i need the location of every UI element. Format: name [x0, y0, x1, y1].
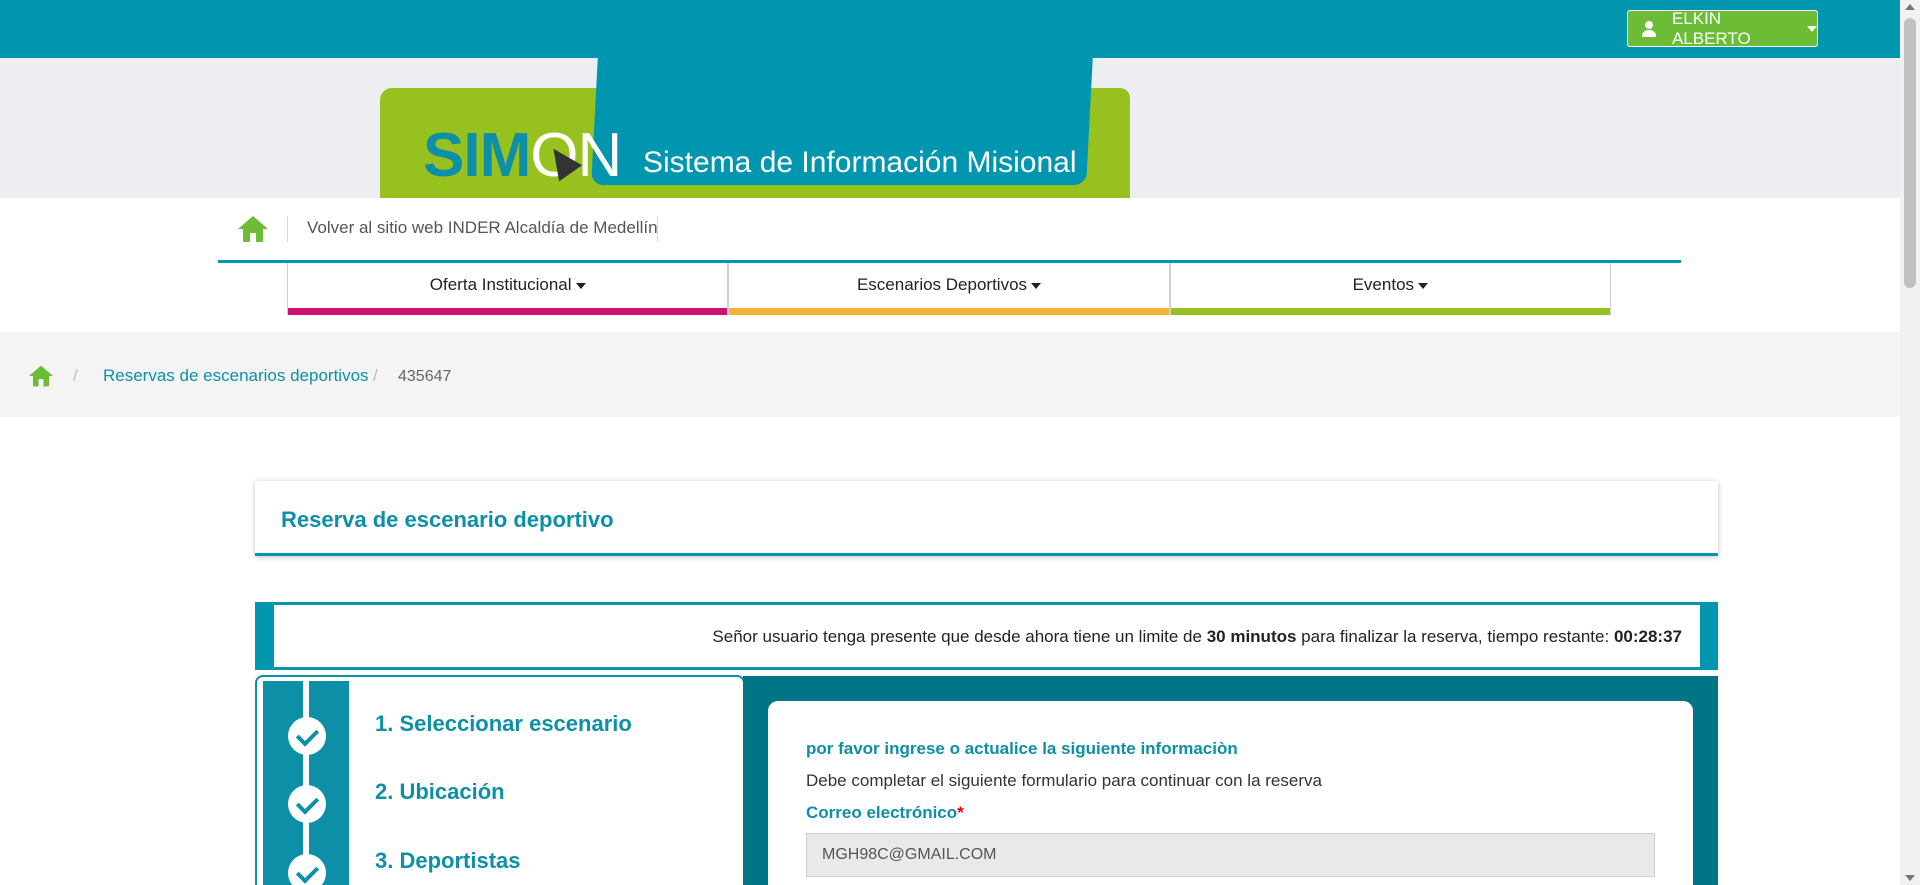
- secondary-nav: [0, 198, 1900, 262]
- breadcrumb-separator: /: [373, 366, 378, 385]
- time-limit-notice: Señor usuario tenga presente que desde a…: [255, 602, 1718, 670]
- form-subtitle: Debe completar el siguiente formulario p…: [806, 771, 1322, 790]
- main-menu: Oferta Institucional Escenarios Deportiv…: [287, 263, 1611, 315]
- scrollbar-thumb[interactable]: [1904, 18, 1916, 288]
- check-icon: [288, 717, 326, 755]
- divider: [657, 216, 658, 242]
- breadcrumb-home-icon[interactable]: [29, 365, 53, 387]
- check-icon: [288, 854, 326, 885]
- step-seleccionar-escenario[interactable]: 1. Seleccionar escenario: [375, 711, 632, 737]
- banner-subtitle: Sistema de Información Misional: [643, 146, 1077, 179]
- divider: [287, 216, 288, 242]
- time-remaining: 00:28:37: [1613, 627, 1682, 646]
- stepper-strip: [263, 681, 349, 885]
- top-bar: ELKIN ALBERTO: [0, 0, 1900, 58]
- form-card: por favor ingrese o actualice la siguien…: [768, 701, 1693, 885]
- time-limit: 30 minutos: [1206, 627, 1297, 646]
- simon-logo: SIMON: [423, 121, 622, 190]
- home-icon[interactable]: [238, 216, 268, 242]
- user-menu-button[interactable]: ELKIN ALBERTO: [1627, 8, 1818, 48]
- caret-down-icon: [575, 282, 586, 289]
- step-deportistas[interactable]: 3. Deportistas: [375, 848, 521, 874]
- menu-color-bar: [729, 308, 1169, 315]
- menu-escenarios-deportivos[interactable]: Escenarios Deportivos: [728, 263, 1170, 315]
- breadcrumb-separator: /: [73, 366, 78, 385]
- reservation-stepper: 1. Seleccionar escenario 2. Ubicación 3.…: [255, 675, 745, 885]
- form-panel: por favor ingrese o actualice la siguien…: [743, 676, 1718, 885]
- back-to-site-link[interactable]: Volver al sitio web INDER Alcaldía de Me…: [307, 218, 658, 238]
- email-field[interactable]: [806, 833, 1655, 877]
- check-icon: [288, 785, 326, 823]
- vertical-scrollbar[interactable]: [1900, 0, 1920, 885]
- scroll-up-arrow-icon[interactable]: [1905, 4, 1915, 10]
- form-title: por favor ingrese o actualice la siguien…: [806, 739, 1238, 758]
- scroll-down-arrow-icon[interactable]: [1905, 875, 1915, 881]
- banner: SIMON Sistema de Información Misional: [0, 58, 1900, 198]
- caret-down-icon: [1031, 282, 1042, 289]
- menu-oferta-institucional[interactable]: Oferta Institucional: [287, 263, 729, 315]
- page: ELKIN ALBERTO SIMON Sistema de Informaci…: [0, 0, 1920, 885]
- page-title: Reserva de escenario deportivo: [281, 507, 614, 532]
- caret-down-icon: [1418, 282, 1429, 289]
- step-ubicacion[interactable]: 2. Ubicación: [375, 779, 505, 805]
- menu-eventos[interactable]: Eventos: [1169, 263, 1611, 315]
- email-label: Correo electrónico*: [806, 803, 964, 822]
- menu-color-bar: [1170, 308, 1610, 315]
- menu-color-bar: [288, 308, 728, 315]
- breadcrumb-reservas-link[interactable]: Reservas de escenarios deportivos: [103, 366, 369, 386]
- page-title-card: Reserva de escenario deportivo: [255, 481, 1718, 556]
- user-icon: [1642, 20, 1656, 37]
- caret-down-icon: [1807, 25, 1817, 32]
- user-name: ELKIN ALBERTO: [1671, 8, 1751, 48]
- breadcrumb-current: 435647: [398, 368, 452, 385]
